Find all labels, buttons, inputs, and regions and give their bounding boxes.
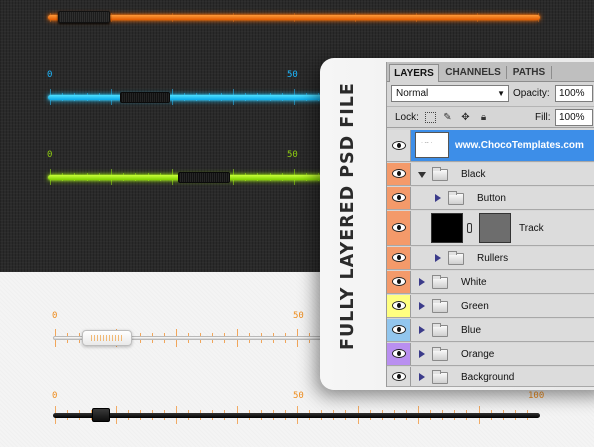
- layer-name: Background: [461, 372, 515, 383]
- expand-triangle-icon[interactable]: [419, 302, 425, 310]
- layer-mask-thumbnail: [479, 213, 511, 243]
- lock-row: Lock: ✎ ✥ 🔒︎ Fill: 100%: [387, 106, 594, 128]
- white-scale-label-50: 50: [293, 311, 304, 321]
- expand-triangle-icon[interactable]: [435, 194, 441, 202]
- blend-mode-value: Normal: [396, 88, 429, 99]
- layer-row-orange[interactable]: Orange: [387, 343, 594, 366]
- panel-tabbar: LAYERS CHANNELS PATHS: [387, 62, 594, 82]
- expand-triangle-icon[interactable]: [435, 254, 441, 262]
- layer-visibility-toggle[interactable]: [387, 343, 411, 365]
- black-scale-label-0: 0: [52, 391, 58, 401]
- layer-row-white[interactable]: White: [387, 271, 594, 294]
- folder-icon: [448, 191, 464, 205]
- lock-transparent-icon[interactable]: [425, 112, 436, 123]
- black-scale-label-50: 50: [293, 391, 304, 401]
- folder-icon: [432, 370, 448, 384]
- opacity-input[interactable]: 100%: [555, 85, 593, 102]
- layers-panel: LAYERS CHANNELS PATHS Normal ▼ Opacity: …: [386, 62, 594, 387]
- folder-icon: [432, 275, 448, 289]
- layer-name: Black: [461, 169, 486, 180]
- layer-visibility-toggle[interactable]: [387, 367, 411, 386]
- green-scale-label-0: 0: [47, 150, 53, 160]
- layer-row-track[interactable]: Track: [387, 211, 594, 246]
- eye-icon: [392, 325, 406, 334]
- blend-mode-select[interactable]: Normal ▼: [391, 85, 509, 102]
- blue-slider-handle[interactable]: [120, 92, 170, 103]
- white-scale-label-0: 0: [52, 311, 58, 321]
- folder-icon: [448, 251, 464, 265]
- tab-layers[interactable]: LAYERS: [389, 64, 439, 82]
- layer-thumbnail: [415, 132, 449, 158]
- layer-visibility-toggle[interactable]: [387, 319, 411, 341]
- layer-name: Button: [477, 193, 506, 204]
- layer-name: Track: [519, 223, 544, 234]
- layer-row-background[interactable]: Background: [387, 367, 594, 387]
- layer-row-blue[interactable]: Blue: [387, 319, 594, 342]
- eye-icon: [392, 349, 406, 358]
- eye-icon: [392, 223, 406, 232]
- layer-visibility-toggle[interactable]: [387, 163, 411, 185]
- layer-name: www.ChocoTemplates.com: [455, 140, 584, 151]
- tab-separator: [506, 66, 507, 79]
- layer-name: Orange: [461, 349, 495, 360]
- tab-paths[interactable]: PATHS: [508, 64, 550, 82]
- expand-triangle-icon[interactable]: [419, 326, 425, 334]
- lock-move-icon[interactable]: ✥: [460, 112, 471, 123]
- layer-name: Green: [461, 301, 489, 312]
- black-slider-handle[interactable]: [92, 408, 110, 422]
- fill-input[interactable]: 100%: [555, 109, 593, 126]
- layer-name: Blue: [461, 325, 482, 336]
- lock-label: Lock:: [395, 112, 419, 123]
- green-scale-label-50: 50: [287, 150, 298, 160]
- layer-visibility-toggle[interactable]: [387, 271, 411, 293]
- layer-thumbnail: [431, 213, 463, 243]
- collapse-triangle-icon[interactable]: [418, 172, 426, 178]
- eye-icon: [392, 193, 406, 202]
- layer-row-chocotemplates[interactable]: www.ChocoTemplates.com: [387, 130, 594, 162]
- lock-all-icon[interactable]: 🔒︎: [478, 112, 489, 123]
- tab-separator: [551, 66, 552, 79]
- white-slider-handle[interactable]: [82, 330, 132, 346]
- black-slider-track[interactable]: [53, 413, 540, 418]
- layer-visibility-toggle[interactable]: [387, 295, 411, 317]
- eye-icon: [392, 301, 406, 310]
- eye-icon: [392, 253, 406, 262]
- expand-triangle-icon[interactable]: [419, 350, 425, 358]
- folder-icon: [432, 167, 448, 181]
- blue-scale-label-50: 50: [287, 70, 298, 80]
- layer-visibility-toggle[interactable]: [387, 211, 411, 245]
- folder-icon: [432, 323, 448, 337]
- layer-name: Rullers: [477, 253, 509, 264]
- layer-visibility-toggle[interactable]: [387, 130, 411, 161]
- opacity-label: Opacity:: [513, 88, 550, 99]
- eye-icon: [392, 169, 406, 178]
- blue-scale-label-0: 0: [47, 70, 53, 80]
- chevron-down-icon: ▼: [497, 89, 505, 98]
- layer-row-button[interactable]: Button: [387, 187, 594, 210]
- layer-row-rullers[interactable]: Rullers: [387, 247, 594, 270]
- orange-slider-handle[interactable]: [58, 11, 110, 23]
- expand-triangle-icon[interactable]: [419, 373, 425, 381]
- tab-channels[interactable]: CHANNELS: [441, 64, 505, 82]
- eye-icon: [392, 372, 406, 381]
- psd-side-title: FULLY LAYERED PSD FILE: [338, 82, 358, 350]
- lock-brush-icon[interactable]: ✎: [442, 112, 453, 123]
- layer-visibility-toggle[interactable]: [387, 247, 411, 269]
- eye-icon: [392, 277, 406, 286]
- fill-label: Fill:: [535, 112, 551, 123]
- expand-triangle-icon[interactable]: [419, 278, 425, 286]
- layer-name: White: [461, 277, 487, 288]
- layer-visibility-toggle[interactable]: [387, 187, 411, 209]
- link-icon: [467, 223, 472, 233]
- folder-icon: [432, 347, 448, 361]
- black-scale-label-100: 100: [528, 391, 545, 401]
- folder-icon: [432, 299, 448, 313]
- orange-slider-track[interactable]: [48, 15, 540, 20]
- layer-row-black[interactable]: Black: [387, 163, 594, 186]
- layer-row-green[interactable]: Green: [387, 295, 594, 318]
- green-slider-handle[interactable]: [178, 172, 230, 183]
- eye-icon: [392, 141, 406, 150]
